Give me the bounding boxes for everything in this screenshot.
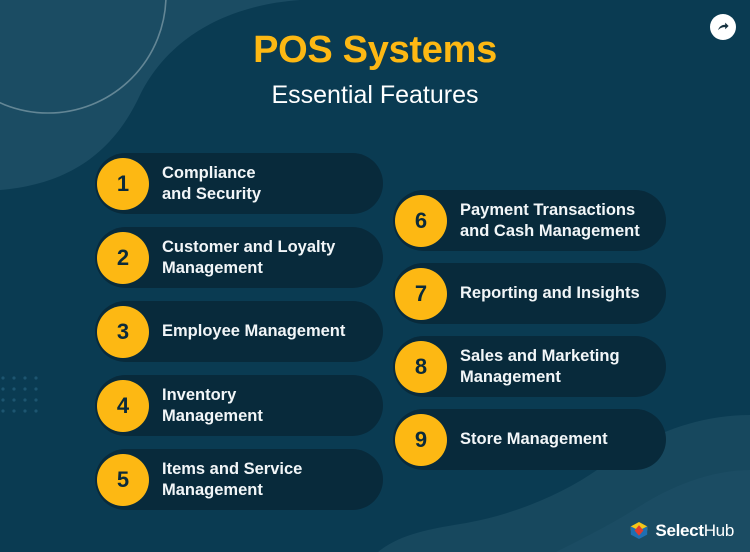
feature-item[interactable]: 8 Sales and Marketing Management: [393, 336, 666, 397]
feature-item[interactable]: 3 Employee Management: [95, 301, 383, 362]
feature-number-badge: 3: [97, 305, 149, 358]
feature-label: Compliance and Security: [162, 164, 262, 203]
feature-number-badge: 5: [97, 453, 149, 506]
feature-label: Reporting and Insights: [460, 284, 640, 303]
logo-wordmark: SelectHub: [655, 522, 734, 539]
feature-label: Customer and Loyalty Management: [162, 238, 336, 277]
page-title: POS Systems: [253, 29, 497, 71]
page-subtitle: Essential Features: [271, 80, 479, 109]
feature-number-badge: 4: [97, 379, 149, 432]
feature-label: Store Management: [460, 430, 608, 449]
feature-item[interactable]: 7 Reporting and Insights: [393, 263, 666, 324]
share-button[interactable]: [710, 14, 736, 40]
feature-number-badge: 1: [97, 157, 149, 210]
feature-label: Sales and Marketing Management: [460, 347, 620, 386]
feature-label: Payment Transactions and Cash Management: [460, 201, 640, 240]
feature-number-badge: 6: [395, 194, 447, 247]
feature-label: Employee Management: [162, 322, 346, 341]
feature-item[interactable]: 9 Store Management: [393, 409, 666, 470]
left-feature-column: 1 Compliance and Security 2 Customer and…: [95, 153, 383, 523]
selecthub-cube-icon: [631, 522, 648, 539]
feature-label: Items and Service Management: [162, 460, 303, 499]
header: POS Systems Essential Features: [0, 0, 750, 109]
logo-name-light: Hub: [703, 521, 735, 540]
feature-number-badge: 9: [395, 413, 447, 466]
feature-label: Inventory Management: [162, 386, 263, 425]
logo-name-bold: Select: [655, 521, 704, 540]
selecthub-logo[interactable]: SelectHub: [629, 521, 734, 540]
feature-number-badge: 7: [395, 267, 447, 320]
feature-item[interactable]: 6 Payment Transactions and Cash Manageme…: [393, 190, 666, 251]
feature-item[interactable]: 5 Items and Service Management: [95, 449, 383, 510]
feature-item[interactable]: 4 Inventory Management: [95, 375, 383, 436]
right-feature-column: 6 Payment Transactions and Cash Manageme…: [393, 190, 666, 482]
feature-item[interactable]: 1 Compliance and Security: [95, 153, 383, 214]
feature-item[interactable]: 2 Customer and Loyalty Management: [95, 227, 383, 288]
feature-number-badge: 8: [395, 340, 447, 393]
feature-number-badge: 2: [97, 231, 149, 284]
share-arrow-icon: [718, 22, 729, 31]
